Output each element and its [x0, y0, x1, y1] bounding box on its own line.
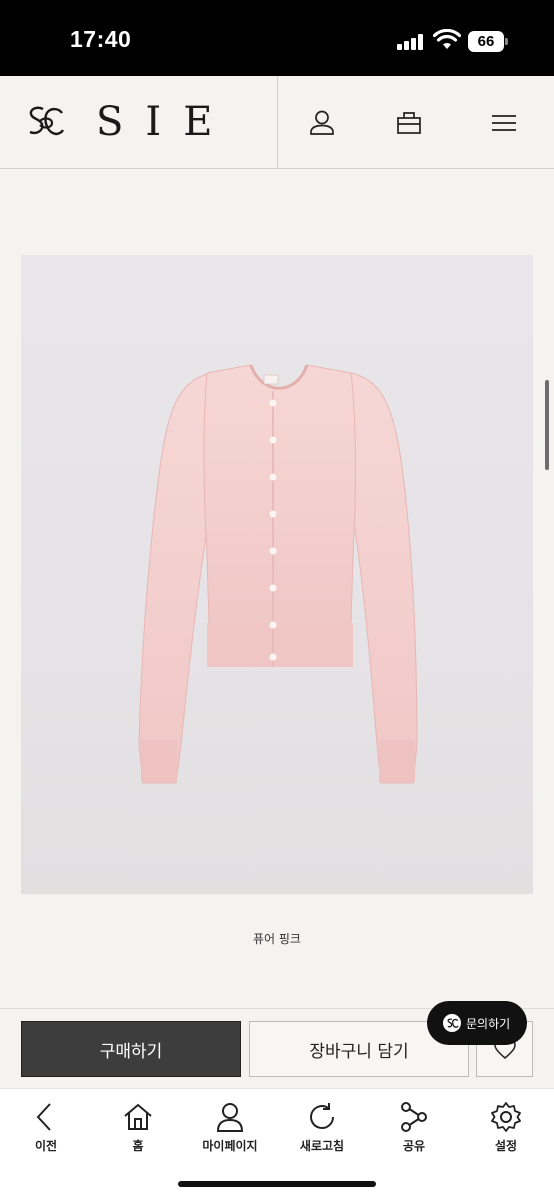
share-icon — [401, 1102, 427, 1132]
menu-icon[interactable] — [490, 109, 518, 137]
header-divider — [277, 76, 278, 168]
nav-share[interactable]: 공유 — [368, 1101, 460, 1154]
battery-level: 66 — [468, 31, 504, 52]
nav-mypage[interactable]: 마이페이지 — [184, 1101, 276, 1154]
inquiry-button[interactable]: 문의하기 — [427, 1001, 527, 1045]
logo-monogram-icon — [29, 106, 65, 136]
user-icon[interactable] — [308, 109, 336, 137]
logo-monogram-icon — [443, 1014, 461, 1032]
nav-label: 공유 — [402, 1139, 426, 1153]
nav-label: 설정 — [494, 1139, 518, 1153]
battery-icon: 66 — [468, 31, 508, 52]
signal-icon — [397, 34, 427, 50]
site-logo[interactable]: SIE — [24, 99, 235, 145]
gear-icon — [491, 1102, 521, 1132]
wifi-icon — [433, 29, 461, 49]
inquiry-label: 문의하기 — [466, 1016, 511, 1031]
nav-label: 새로고침 — [299, 1139, 345, 1153]
user-icon — [216, 1103, 244, 1132]
scrollbar[interactable] — [545, 380, 549, 470]
shopping-bag-icon[interactable] — [395, 109, 423, 137]
status-bar: 17:40 66 — [0, 0, 554, 76]
nav-back[interactable]: 이전 — [0, 1101, 92, 1154]
site-header: SIE — [0, 76, 554, 169]
nav-label: 마이페이지 — [202, 1139, 258, 1153]
logo-text: SIE — [96, 99, 235, 145]
home-icon — [124, 1103, 152, 1130]
home-indicator — [178, 1181, 376, 1187]
back-arrow-icon — [36, 1103, 51, 1131]
product-color-caption: 퓨어 핑크 — [253, 932, 301, 946]
nav-label: 이전 — [34, 1139, 58, 1153]
status-time: 17:40 — [70, 26, 132, 52]
product-image[interactable] — [21, 255, 533, 894]
buy-button[interactable]: 구매하기 — [21, 1021, 241, 1077]
nav-home[interactable]: 홈 — [92, 1101, 184, 1154]
nav-label: 홈 — [132, 1139, 144, 1153]
nav-refresh[interactable]: 새로고침 — [276, 1101, 368, 1154]
nav-settings[interactable]: 설정 — [460, 1101, 552, 1154]
cardigan-illustration — [138, 364, 418, 784]
refresh-icon — [310, 1103, 334, 1129]
